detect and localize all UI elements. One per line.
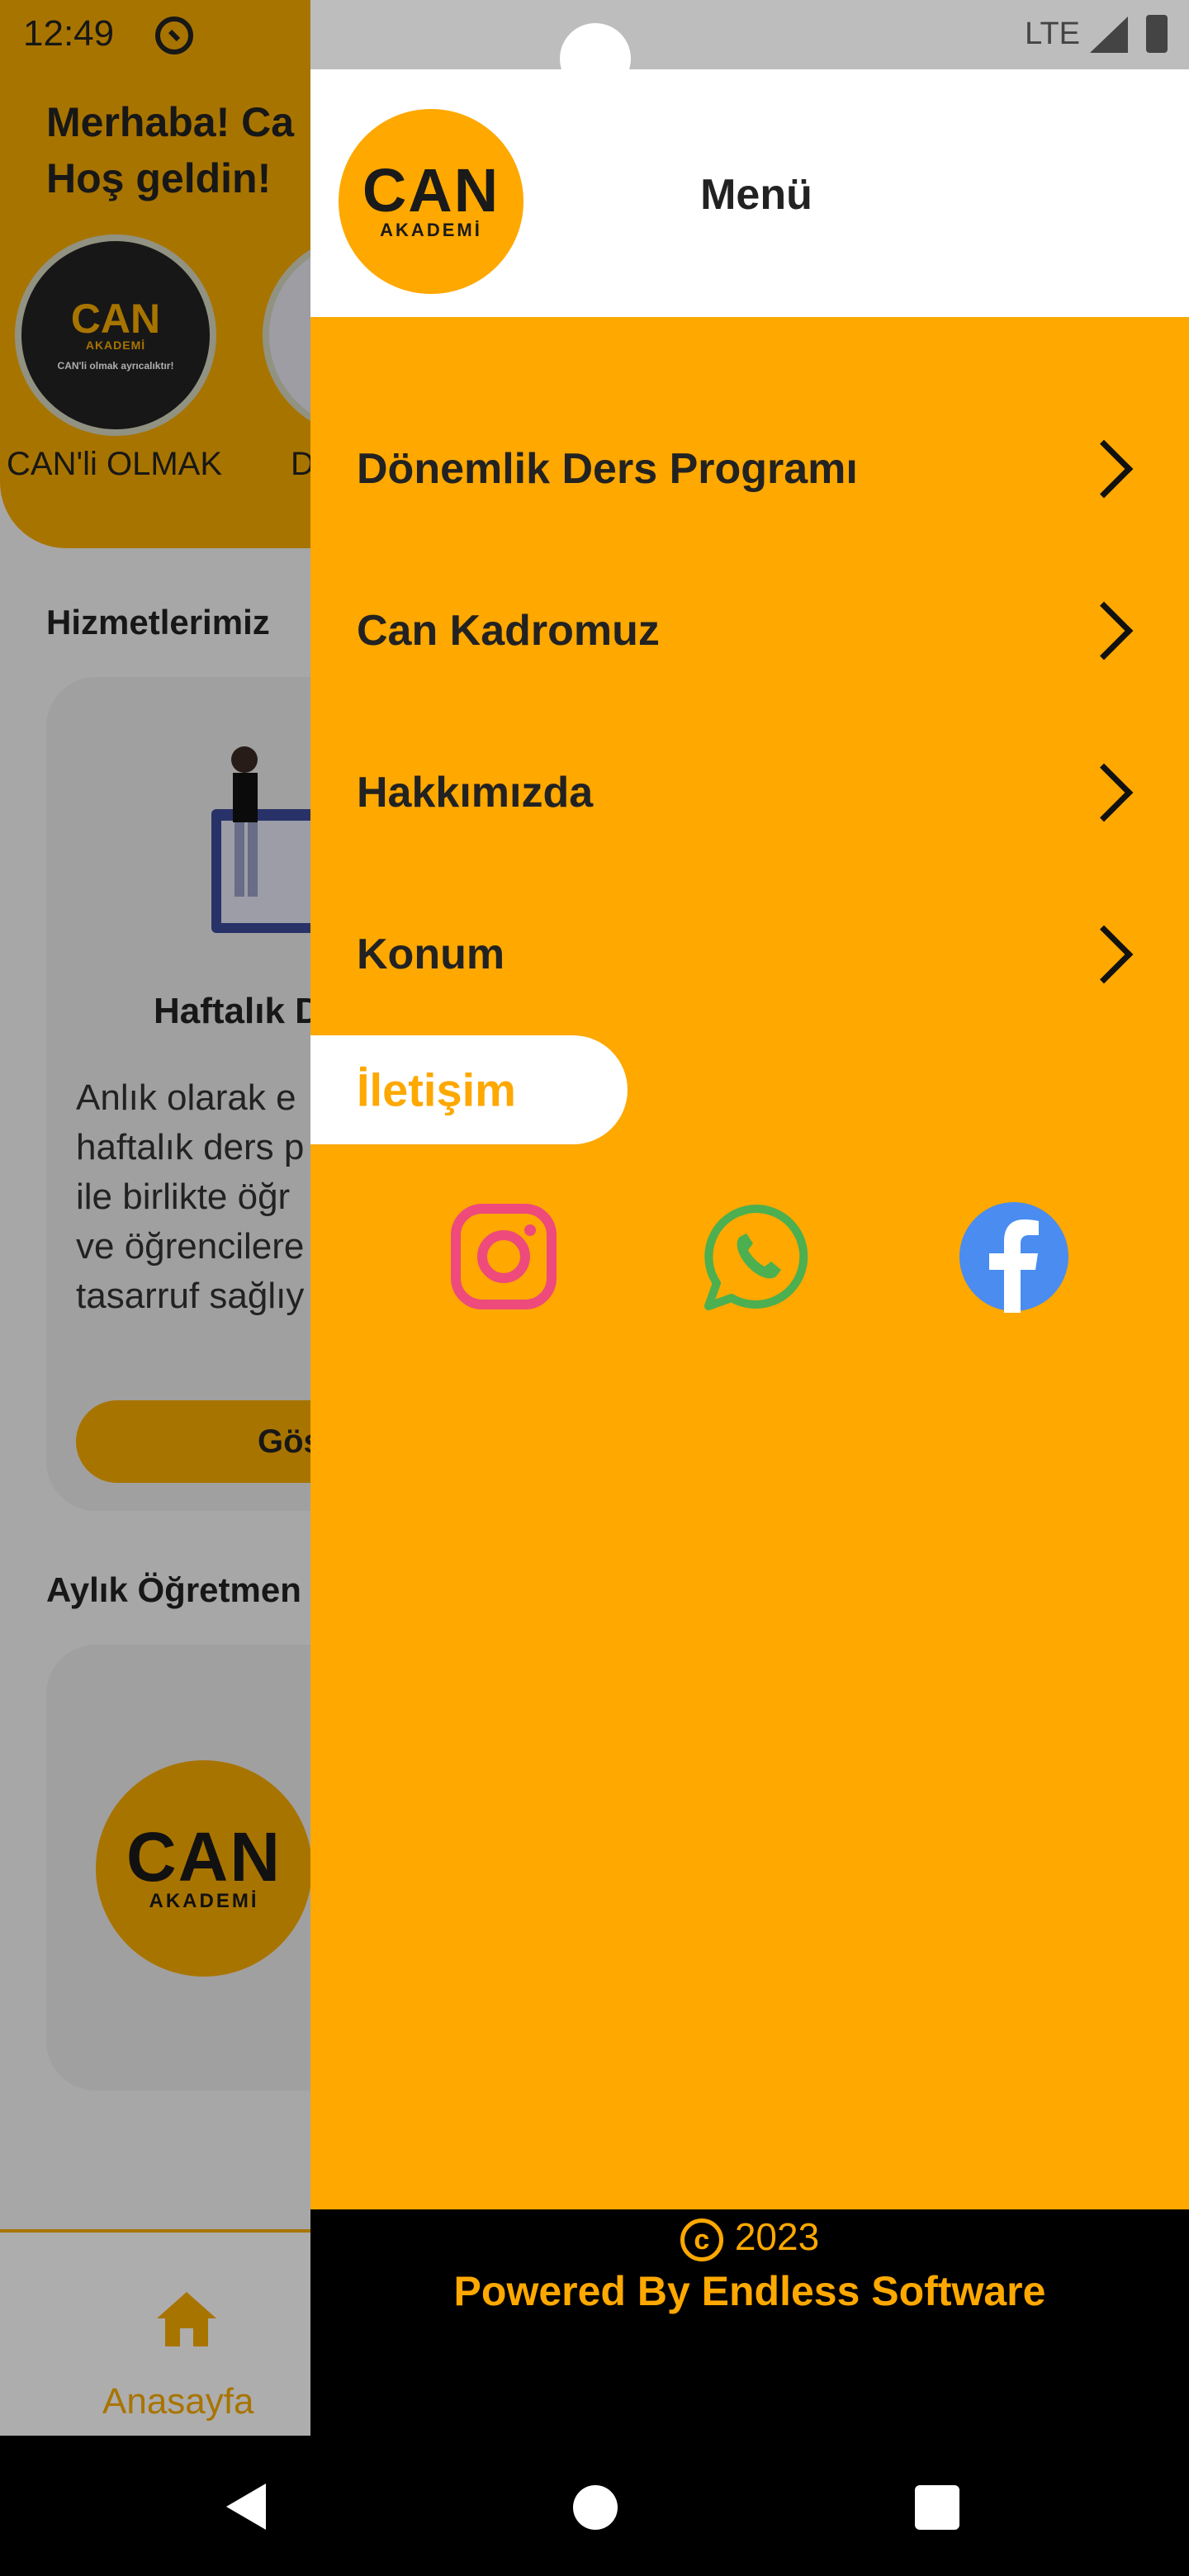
signal-icon [1090,17,1128,53]
instagram-icon[interactable] [448,1200,560,1313]
back-icon[interactable] [226,2484,266,2530]
menu-item-label: Can Kadromuz [357,607,660,655]
copyright-icon: c [680,2218,723,2261]
footer-year: 2023 [734,2215,820,2258]
chevron-right-icon [1074,763,1134,822]
footer-powered-by: Powered By Endless Software [453,2268,1046,2314]
menu-item-location[interactable]: Konum [310,888,1189,1020]
recent-apps-icon[interactable] [915,2485,959,2530]
whatsapp-icon[interactable] [702,1200,814,1313]
drawer-logo-sub: AKADEMİ [380,220,482,240]
chevron-right-icon [1074,439,1134,499]
drawer-logo: CAN AKADEMİ [339,109,523,294]
menu-item-staff[interactable]: Can Kadromuz [310,565,1189,697]
chevron-right-icon [1074,601,1134,661]
drawer-header: CAN AKADEMİ Menü [310,69,1189,317]
drawer-footer: c 2023 Powered By Endless Software [310,2209,1189,2436]
chevron-right-icon [1074,925,1134,984]
drawer-logo-main: CAN [362,156,500,225]
menu-item-contact-label: İletişim [357,1063,516,1116]
menu-item-label: Konum [357,930,505,978]
facebook-icon[interactable] [958,1200,1070,1313]
navigation-drawer: LTE CAN AKADEMİ Menü Dönemlik Ders Progr… [310,0,1189,2436]
drawer-status-bar: LTE [310,0,1189,94]
drawer-title: Menü [700,171,812,219]
system-navigation-bar [0,2436,1189,2576]
menu-item-label: Hakkımızda [357,769,594,817]
footer-copyright: c 2023 [310,2214,1189,2261]
network-type: LTE [1025,17,1080,51]
battery-icon [1146,15,1168,53]
menu-item-label: Dönemlik Ders Programı [357,445,858,493]
menu-item-contact[interactable]: İletişim [310,1035,628,1144]
menu-item-about[interactable]: Hakkımızda [310,727,1189,859]
home-button-icon[interactable] [573,2485,618,2530]
menu-item-term-schedule[interactable]: Dönemlik Ders Programı [310,403,1189,535]
